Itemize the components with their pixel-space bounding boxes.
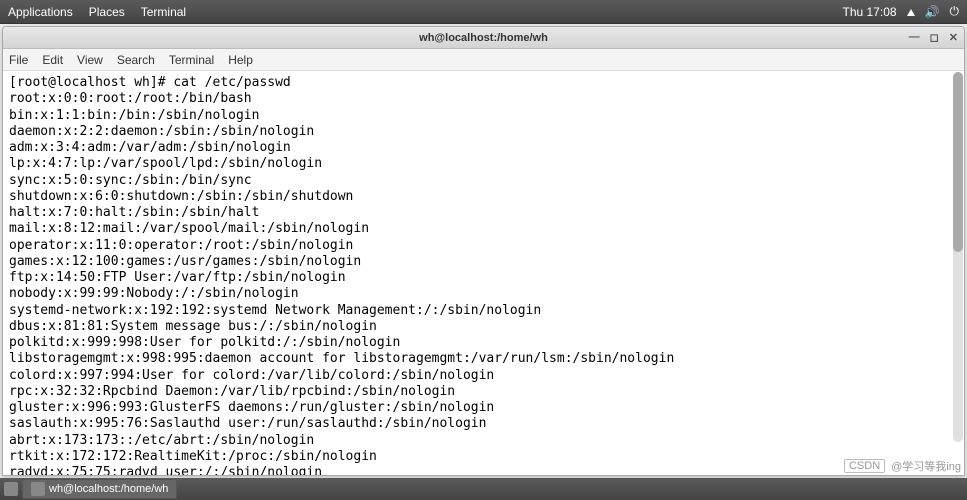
terminal-line: bin:x:1:1:bin:/bin:/sbin/nologin — [9, 108, 958, 124]
applications-menu[interactable]: Applications — [8, 5, 73, 19]
volume-icon[interactable]: 🔊 — [925, 5, 940, 19]
show-desktop-icon[interactable] — [4, 482, 18, 496]
terminal-window: wh@localhost:/home/wh — ◻ ✕ File Edit Vi… — [2, 26, 965, 476]
clock[interactable]: Thu 17:08 — [843, 5, 897, 19]
terminal-menubar: File Edit View Search Terminal Help — [3, 49, 964, 71]
menu-terminal[interactable]: Terminal — [169, 53, 214, 67]
terminal-app-indicator[interactable]: Terminal — [141, 5, 186, 19]
terminal-line: operator:x:11:0:operator:/root:/sbin/nol… — [9, 238, 958, 254]
terminal-prompt-line: [root@localhost wh]# cat /etc/passwd — [9, 75, 958, 91]
terminal-line: root:x:0:0:root:/root:/bin/bash — [9, 91, 958, 107]
maximize-button[interactable]: ◻ — [930, 31, 939, 44]
terminal-line: daemon:x:2:2:daemon:/sbin:/sbin/nologin — [9, 124, 958, 140]
window-title: wh@localhost:/home/wh — [419, 32, 548, 44]
terminal-line: saslauth:x:995:76:Saslauthd user:/run/sa… — [9, 416, 958, 432]
window-controls: — ◻ ✕ — [909, 31, 958, 44]
menu-view[interactable]: View — [77, 53, 103, 67]
terminal-line: colord:x:997:994:User for colord:/var/li… — [9, 368, 958, 384]
terminal-line: rtkit:x:172:172:RealtimeKit:/proc:/sbin/… — [9, 449, 958, 465]
bottom-taskbar: wh@localhost:/home/wh — [0, 478, 967, 500]
terminal-line: adm:x:3:4:adm:/var/adm:/sbin/nologin — [9, 140, 958, 156]
terminal-line: systemd-network:x:192:192:systemd Networ… — [9, 303, 958, 319]
gnome-top-panel: Applications Places Terminal Thu 17:08 🔊… — [0, 0, 967, 24]
taskbar-label: wh@localhost:/home/wh — [49, 483, 168, 495]
terminal-line: abrt:x:173:173::/etc/abrt:/sbin/nologin — [9, 433, 958, 449]
places-menu[interactable]: Places — [89, 5, 125, 19]
top-panel-right: Thu 17:08 🔊 ⏻ — [843, 4, 960, 19]
terminal-line: nobody:x:99:99:Nobody:/:/sbin/nologin — [9, 286, 958, 302]
taskbar-terminal-button[interactable]: wh@localhost:/home/wh — [22, 479, 177, 499]
terminal-line: rpc:x:32:32:Rpcbind Daemon:/var/lib/rpcb… — [9, 384, 958, 400]
menu-search[interactable]: Search — [117, 53, 155, 67]
terminal-line: shutdown:x:6:0:shutdown:/sbin:/sbin/shut… — [9, 189, 958, 205]
terminal-line: radvd:x:75:75:radvd user:/:/sbin/nologin — [9, 465, 958, 475]
close-button[interactable]: ✕ — [949, 31, 958, 44]
terminal-line: polkitd:x:999:998:User for polkitd:/:/sb… — [9, 335, 958, 351]
window-titlebar[interactable]: wh@localhost:/home/wh — ◻ ✕ — [3, 27, 964, 49]
menu-file[interactable]: File — [9, 53, 28, 67]
network-icon[interactable] — [907, 5, 915, 19]
menu-edit[interactable]: Edit — [42, 53, 63, 67]
terminal-line: sync:x:5:0:sync:/sbin:/bin/sync — [9, 173, 958, 189]
terminal-scrollbar[interactable] — [953, 72, 963, 442]
terminal-line: ftp:x:14:50:FTP User:/var/ftp:/sbin/nolo… — [9, 270, 958, 286]
terminal-content[interactable]: [root@localhost wh]# cat /etc/passwdroot… — [3, 71, 964, 475]
power-icon[interactable]: ⏻ — [950, 4, 960, 19]
watermark: CSDN @学习等我ing — [844, 458, 961, 474]
terminal-line: gluster:x:996:993:GlusterFS daemons:/run… — [9, 400, 958, 416]
terminal-line: games:x:12:100:games:/usr/games:/sbin/no… — [9, 254, 958, 270]
terminal-line: dbus:x:81:81:System message bus:/:/sbin/… — [9, 319, 958, 335]
menu-help[interactable]: Help — [228, 53, 253, 67]
minimize-button[interactable]: — — [909, 31, 920, 44]
top-panel-left: Applications Places Terminal — [8, 5, 186, 19]
terminal-icon — [31, 482, 45, 496]
terminal-line: mail:x:8:12:mail:/var/spool/mail:/sbin/n… — [9, 221, 958, 237]
scrollbar-thumb[interactable] — [953, 72, 963, 252]
terminal-line: libstoragemgmt:x:998:995:daemon account … — [9, 351, 958, 367]
terminal-line: lp:x:4:7:lp:/var/spool/lpd:/sbin/nologin — [9, 156, 958, 172]
watermark-badge: CSDN — [844, 459, 885, 473]
watermark-text: @学习等我ing — [891, 458, 961, 474]
terminal-line: halt:x:7:0:halt:/sbin:/sbin/halt — [9, 205, 958, 221]
